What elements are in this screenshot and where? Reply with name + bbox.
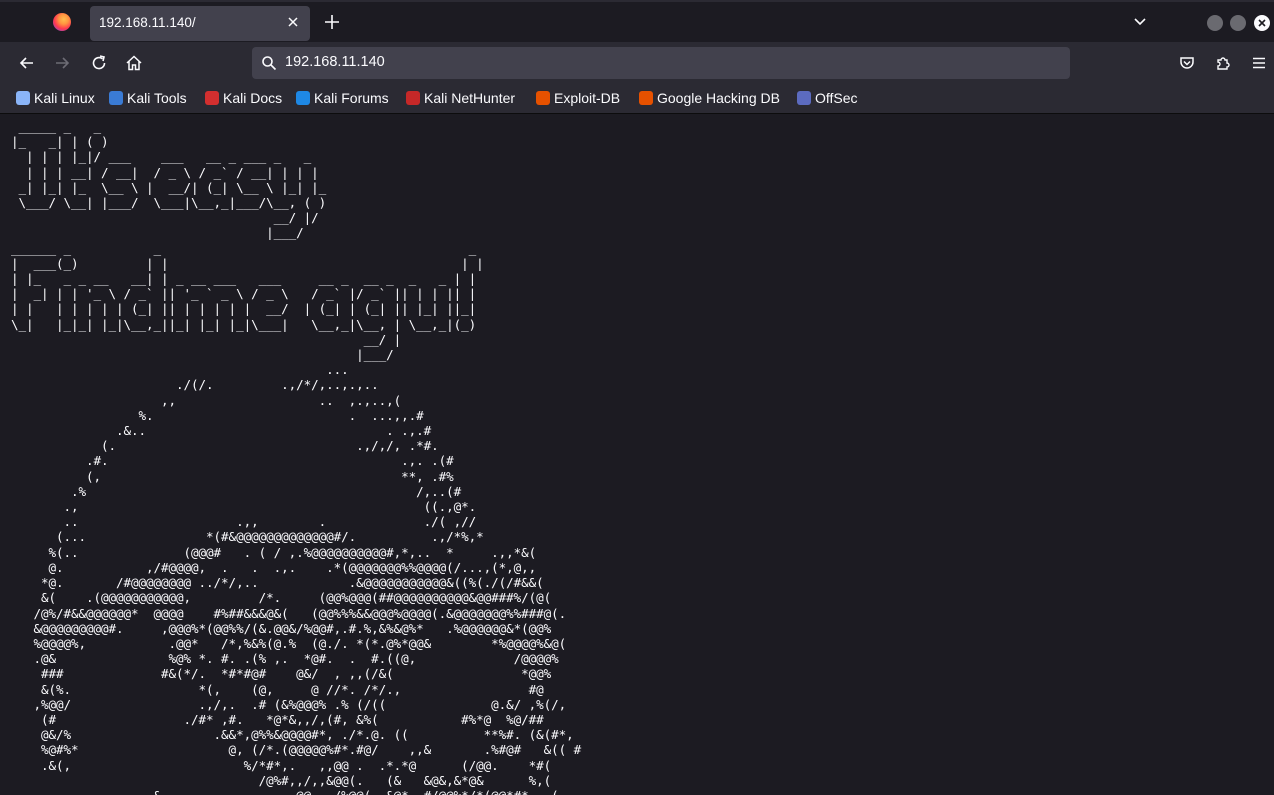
bookmark-label: Kali Forums <box>314 90 389 106</box>
kali-tools-icon <box>109 91 123 105</box>
exploit-db-icon <box>536 91 550 105</box>
navigation-toolbar: 192.168.11.140 <box>0 42 1274 84</box>
reload-icon[interactable] <box>90 54 108 72</box>
bookmark-label: OffSec <box>815 90 858 106</box>
bookmark-kali-linux[interactable]: Kali Linux <box>16 90 95 108</box>
kali-dragon-icon <box>16 91 30 105</box>
tab-active[interactable]: 192.168.11.140/ <box>90 6 310 41</box>
bookmark-label: Exploit-DB <box>554 90 621 106</box>
window-close-button[interactable] <box>1254 15 1270 31</box>
tab-bar: 192.168.11.140/ <box>0 0 1274 42</box>
bookmark-kali-forums[interactable]: Kali Forums <box>296 90 389 108</box>
home-icon[interactable] <box>125 54 143 72</box>
ascii-art: _____ _ _ |_ _| | ( ) | | | |_|/ ___ ___… <box>11 119 582 795</box>
google-hacking-db-icon <box>639 91 653 105</box>
url-text[interactable]: 192.168.11.140 <box>285 54 385 70</box>
bookmark-label: Google Hacking DB <box>657 90 780 106</box>
firefox-icon[interactable] <box>53 13 71 31</box>
bookmark-label: Kali NetHunter <box>424 90 516 106</box>
bookmark-offsec[interactable]: OffSec <box>797 90 858 108</box>
offsec-icon <box>797 91 811 105</box>
back-icon[interactable] <box>18 54 36 72</box>
tab-title: 192.168.11.140/ <box>99 15 196 30</box>
minimize-button[interactable] <box>1207 15 1223 31</box>
plus-icon[interactable] <box>322 12 342 35</box>
menu-icon[interactable] <box>1250 54 1268 72</box>
forward-icon[interactable] <box>53 54 71 72</box>
kali-docs-icon <box>205 91 219 105</box>
chevron-down-icon[interactable] <box>1132 14 1148 30</box>
bookmark-exploit-db[interactable]: Exploit-DB <box>536 90 620 108</box>
kali-forums-icon <box>296 91 310 105</box>
bookmarks-toolbar: Kali Linux Kali Tools Kali Docs Kali For… <box>0 84 1274 114</box>
maximize-button[interactable] <box>1230 15 1246 31</box>
bookmark-label: Kali Linux <box>34 90 95 106</box>
pocket-icon[interactable] <box>1178 54 1196 72</box>
bookmark-google-hacking-db[interactable]: Google Hacking DB <box>639 90 780 108</box>
extensions-icon[interactable] <box>1214 54 1232 72</box>
bookmark-label: Kali Docs <box>223 90 283 106</box>
bookmark-kali-tools[interactable]: Kali Tools <box>109 90 187 108</box>
bookmark-kali-nethunter[interactable]: Kali NetHunter <box>406 90 515 108</box>
bookmark-kali-docs[interactable]: Kali Docs <box>205 90 282 108</box>
kali-nethunter-icon <box>406 91 420 105</box>
search-icon <box>261 55 277 71</box>
close-icon[interactable] <box>284 13 302 31</box>
bookmark-label: Kali Tools <box>127 90 187 106</box>
page-content: _____ _ _ |_ _| | ( ) | | | |_|/ ___ ___… <box>0 115 1274 795</box>
url-bar[interactable]: 192.168.11.140 <box>252 47 1070 79</box>
